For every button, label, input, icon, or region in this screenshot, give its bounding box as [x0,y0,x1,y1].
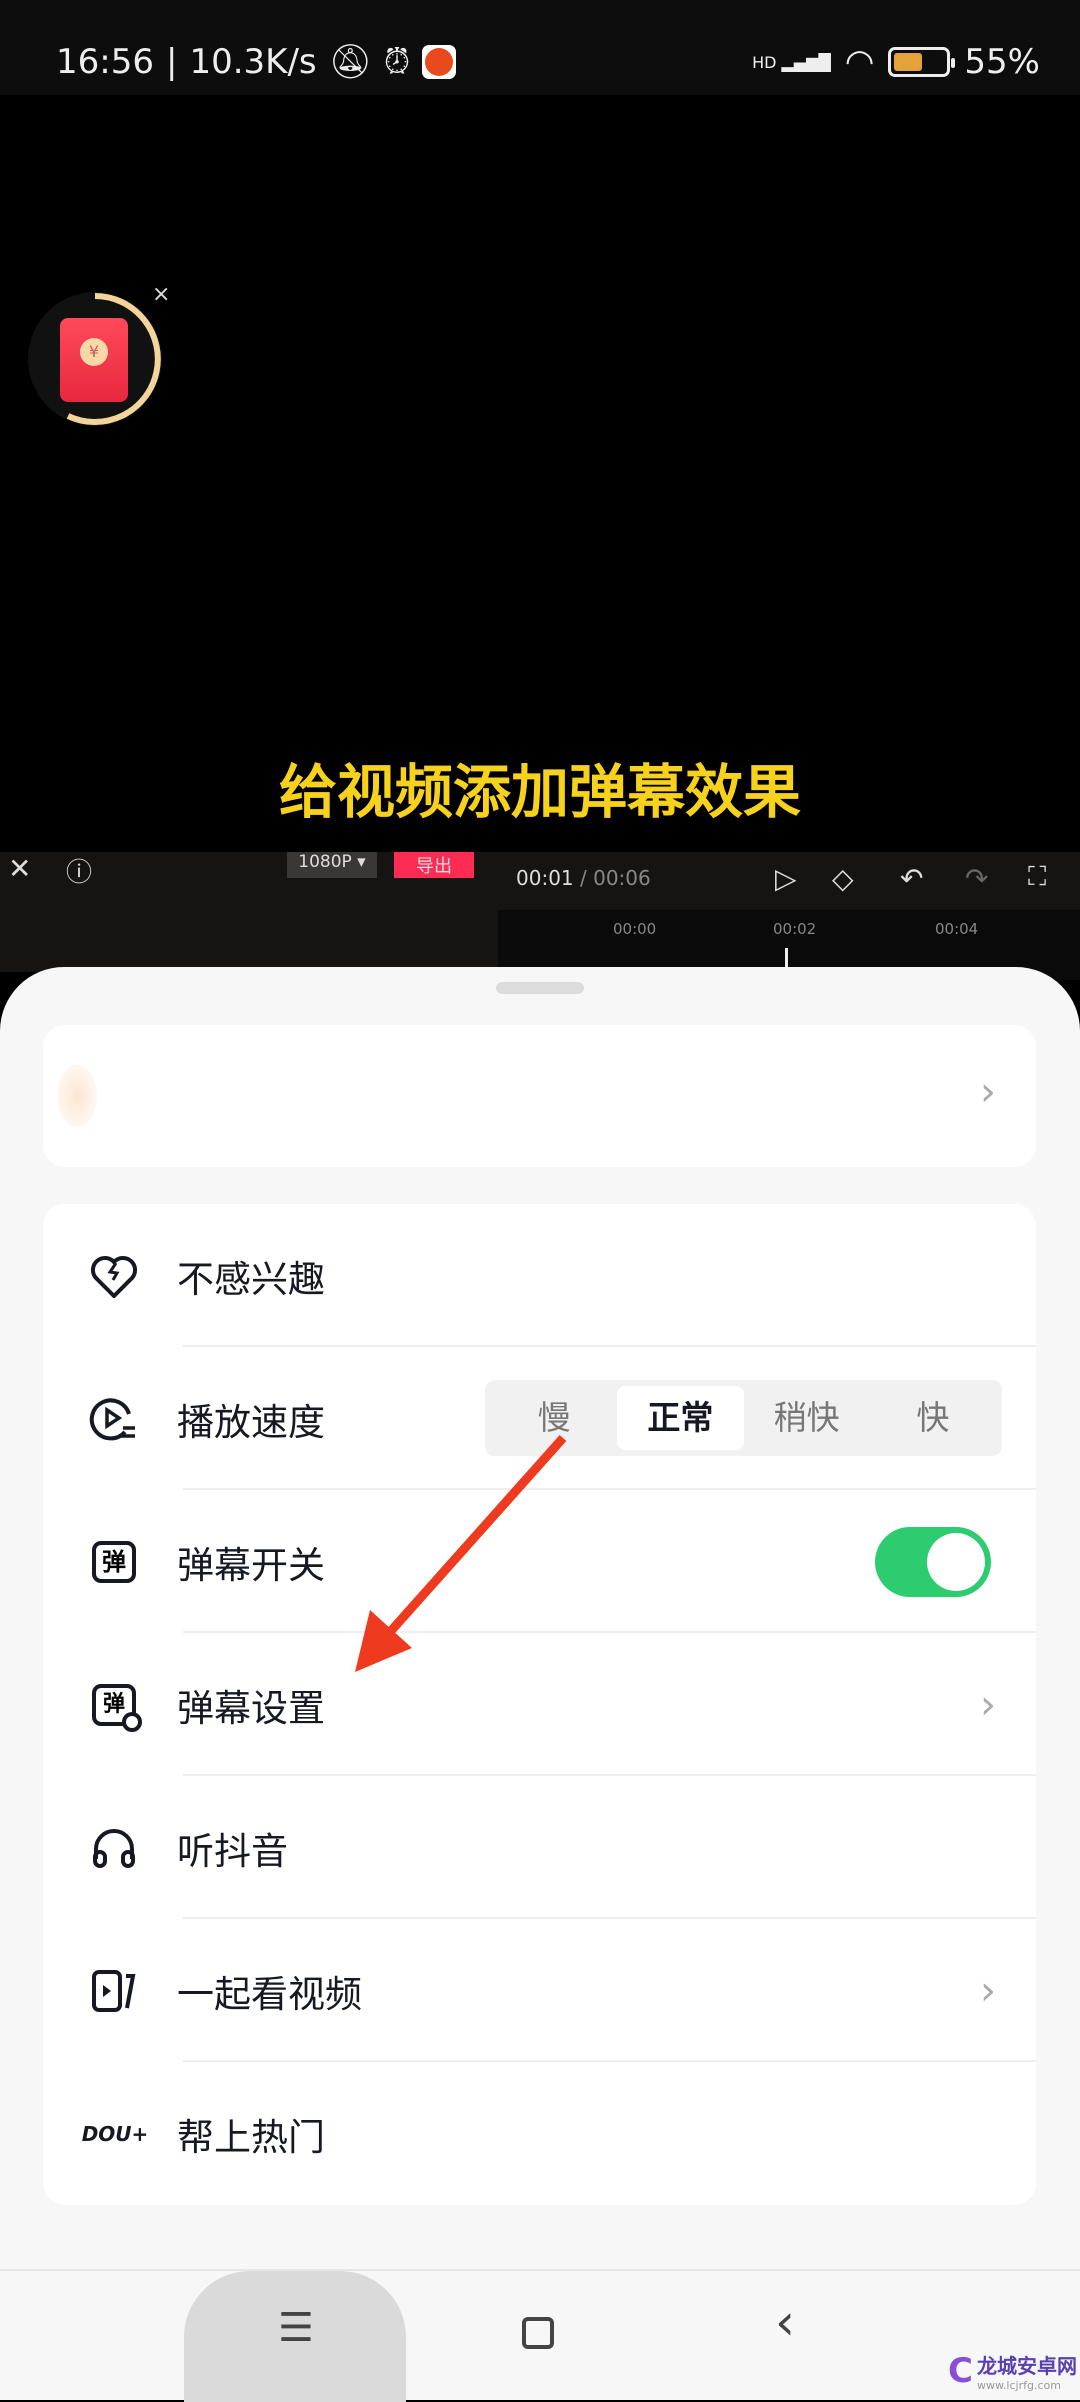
menu-item-label: 弹幕开关 [177,1543,325,1587]
help-icon[interactable]: ⓘ [66,852,92,889]
status-bar: 16:56 | 10.3K/s 🔕︎ ⏰︎ HD ▂▄▆█ ◠ 55% [0,0,1080,95]
video-subtitle: 给视频添加弹幕效果 [278,758,801,826]
watermark-name: 龙城安卓网 [976,2354,1077,2378]
drag-handle[interactable] [496,982,584,994]
profile-card[interactable]: › [43,1025,1036,1167]
time-current: 00:01 [516,866,574,890]
signal-icon: HD ▂▄▆█ [752,52,831,72]
battery-icon [888,47,956,77]
chevron-right-icon: › [980,1967,996,2014]
chevron-right-icon: › [980,1069,996,1115]
coin: ¥ [80,338,108,366]
broken-heart-icon [87,1249,141,1303]
watermark-url: www.lcjrfg.com [976,2379,1061,2392]
close-icon[interactable]: ✕ [8,852,31,885]
menu-item-playback-speed: 播放速度 慢 正常 稍快 快 [43,1347,1036,1490]
wifi-icon: ◠ [844,42,875,82]
export-button[interactable]: 导出 [394,852,474,878]
home-icon[interactable] [522,2317,554,2349]
network-type: HD [752,52,777,72]
chevron-right-icon: › [980,1681,996,1728]
mute-bell-icon: 🔕︎ [328,42,372,82]
dou-plus-logo: DOU+ [81,2121,149,2146]
watch-together-icon [87,1964,141,2018]
resolution-select[interactable]: 1080P ▾ [287,852,377,878]
menu-item-watch-together[interactable]: 一起看视频 › [43,1919,1036,2062]
keyframe-icon[interactable]: ◇ [832,862,854,895]
menu-item-label: 不感兴趣 [177,1257,325,1301]
watermark: C 龙城安卓网 www.lcjrfg.com [948,2350,1077,2392]
danmaku-icon: 弹 [87,1535,141,1589]
app-notification-icon [422,45,457,79]
danmaku-toggle[interactable] [875,1527,991,1597]
back-icon[interactable]: ‹ [775,2293,795,2351]
dou-plus-icon: DOU+ [81,2107,149,2161]
menu-icon[interactable]: ☰ [278,2305,314,2351]
menu-card: 不感兴趣 播放速度 慢 正常 稍快 快 弹 弹幕开关 弹 弹幕设置 › 听抖音 … [43,1204,1036,2205]
menu-item-label: 弹幕设置 [177,1686,325,1730]
play-icon[interactable]: ▷ [775,862,797,895]
tick-label: 00:04 [935,920,979,938]
time-readout: 00:01 / 00:06 [516,866,651,890]
editor-bar: ✕ ⓘ 1080P ▾ 导出 00:01 / 00:06 ▷ ◇ ↶ ↷ ⛶ 0… [0,852,1080,980]
redo-icon[interactable]: ↷ [965,862,988,895]
bottom-sheet: › 不感兴趣 播放速度 慢 正常 稍快 快 弹 弹幕开关 弹 弹幕设置 › 听抖… [0,967,1080,2400]
navigation-bar: ☰ ‹ [0,2269,1080,2402]
menu-item-label: 听抖音 [177,1829,288,1873]
undo-icon[interactable]: ↶ [900,862,923,895]
alarm-icon: ⏰︎ [383,42,411,82]
speed-option-slow[interactable]: 慢 [491,1386,617,1450]
watermark-logo-icon: C [948,2351,973,2391]
danmaku-settings-icon: 弹 [87,1678,142,1732]
avatar [57,1065,97,1127]
menu-item-label: 帮上热门 [177,2115,325,2159]
menu-item-not-interested[interactable]: 不感兴趣 [43,1204,1036,1347]
battery-percent: 55% [964,42,1040,82]
menu-item-listen[interactable]: 听抖音 [43,1776,1036,1919]
menu-item-label: 一起看视频 [177,1972,362,2016]
menu-item-danmaku-toggle: 弹 弹幕开关 [43,1490,1036,1633]
time-total: / 00:06 [580,866,651,890]
separator: | [165,42,178,82]
video-player[interactable] [0,95,1080,852]
speed-option-faster[interactable]: 稍快 [744,1386,870,1450]
tick-label: 00:00 [613,920,657,938]
fullscreen-icon[interactable]: ⛶ [1028,862,1046,893]
red-envelope-icon: ¥ [60,318,128,402]
speed-option-normal[interactable]: 正常 [617,1386,744,1450]
close-icon[interactable]: × [152,282,170,307]
menu-item-danmaku-settings[interactable]: 弹 弹幕设置 › [43,1633,1036,1776]
speed-option-fast[interactable]: 快 [870,1386,996,1450]
menu-item-dou-plus[interactable]: DOU+ 帮上热门 [43,2062,1036,2205]
network-speed: 10.3K/s [189,42,317,82]
red-packet-widget[interactable]: ¥ [28,292,162,426]
play-speed-icon [87,1392,141,1446]
menu-item-label: 播放速度 [177,1400,325,1444]
headphones-icon [87,1821,141,1875]
speed-segmented-control: 慢 正常 稍快 快 [485,1380,1002,1456]
clock: 16:56 [56,42,154,82]
tick-label: 00:02 [773,920,817,938]
